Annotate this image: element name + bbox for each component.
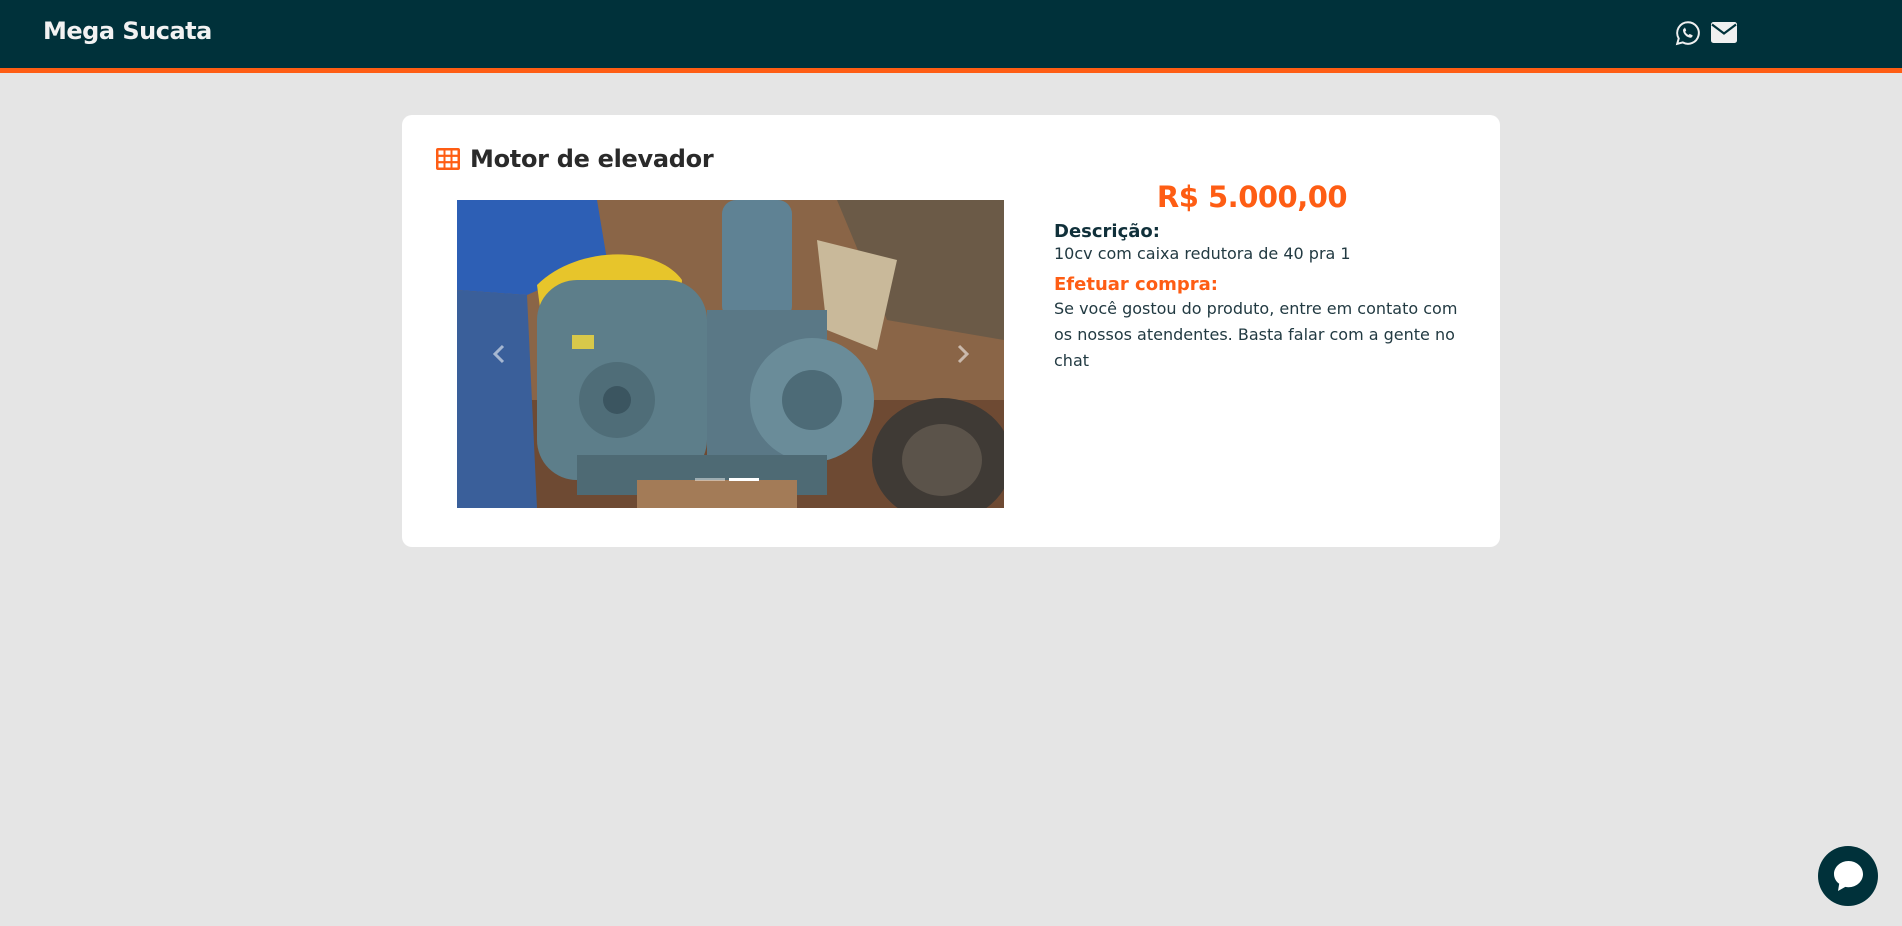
product-image-carousel[interactable] [457, 200, 1004, 508]
description-label: Descrição: [1054, 221, 1160, 242]
table-grid-icon [436, 148, 460, 170]
carousel-indicator[interactable] [695, 478, 725, 481]
carousel-indicator-active[interactable] [729, 478, 759, 481]
product-info: R$ 5.000,00 Descrição: 10cv com caixa re… [1054, 177, 1470, 374]
carousel-prev-button[interactable] [487, 334, 511, 374]
product-photo [457, 200, 1004, 508]
product-price: R$ 5.000,00 [1156, 180, 1348, 214]
purchase-label: Efetuar compra: [1054, 274, 1218, 295]
brand-logo-link[interactable]: Mega Sucata [43, 17, 212, 45]
purchase-text: Se você gostou do produto, entre em cont… [1054, 299, 1458, 370]
description-text: 10cv com caixa redutora de 40 pra 1 [1054, 244, 1351, 263]
product-title: Motor de elevador [470, 145, 714, 173]
chat-bubble-icon [1834, 861, 1863, 891]
whatsapp-icon[interactable] [1675, 20, 1701, 46]
carousel-indicators [695, 478, 759, 481]
product-title-row: Motor de elevador [436, 143, 714, 175]
chat-button[interactable] [1818, 846, 1878, 906]
envelope-icon[interactable] [1711, 22, 1737, 43]
top-navbar: Mega Sucata [0, 0, 1902, 73]
product-card: Motor de elevador R$ 5.000,00 Descrição:… [402, 115, 1500, 547]
carousel-next-button[interactable] [951, 334, 975, 374]
